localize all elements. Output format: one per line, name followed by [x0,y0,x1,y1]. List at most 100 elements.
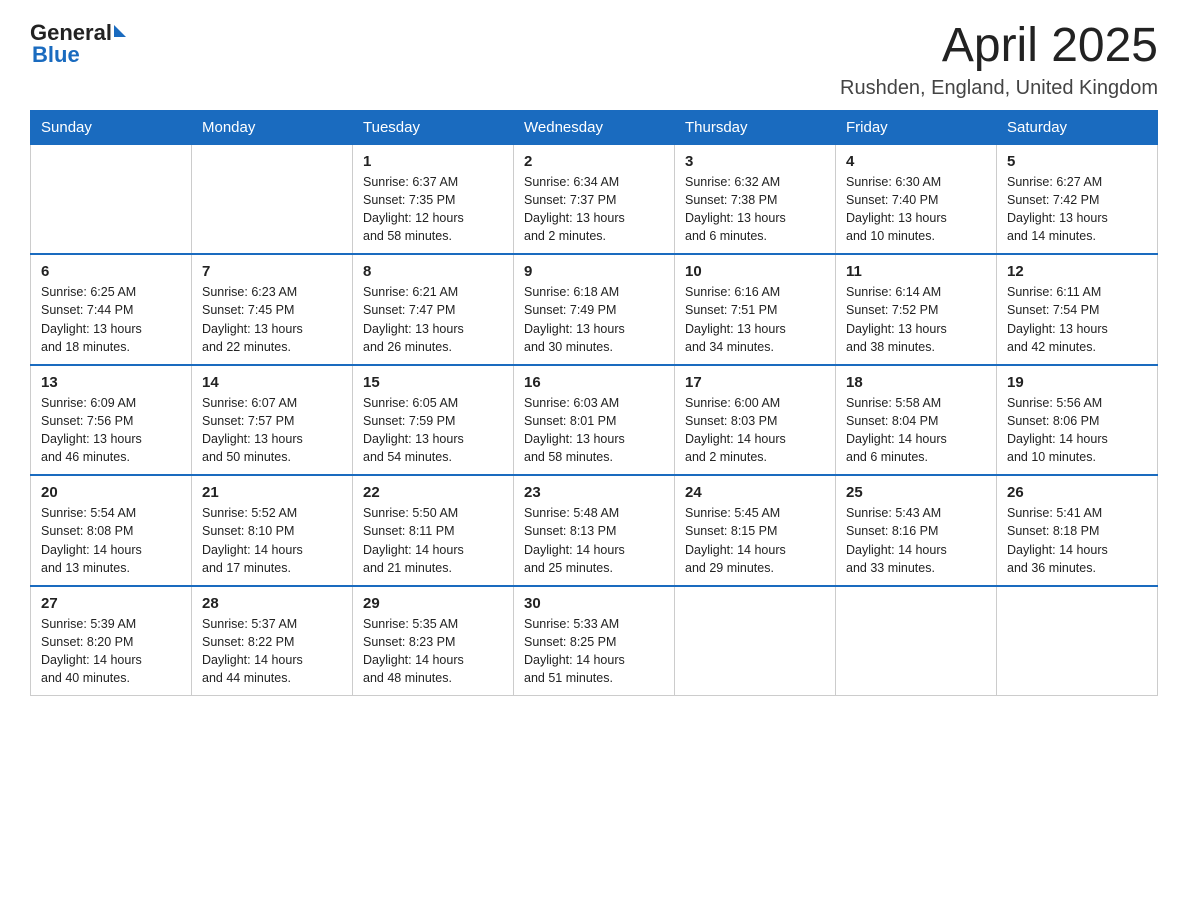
day-number: 2 [524,153,664,170]
location-title: Rushden, England, United Kingdom [840,77,1158,100]
calendar-cell: 21 Sunrise: 5:52 AM Sunset: 8:10 PM Dayli… [192,475,353,586]
weekday-header-tuesday: Tuesday [353,110,514,144]
calendar-cell: 4 Sunrise: 6:30 AM Sunset: 7:40 PM Daylig… [836,144,997,254]
day-number: 1 [363,153,503,170]
logo: General Blue [30,20,126,68]
day-info: Sunrise: 5:48 AM Sunset: 8:13 PM Dayligh… [524,504,664,577]
day-info: Sunrise: 5:43 AM Sunset: 8:16 PM Dayligh… [846,504,986,577]
day-number: 23 [524,484,664,501]
day-number: 4 [846,153,986,170]
weekday-header-saturday: Saturday [997,110,1158,144]
calendar-cell [192,144,353,254]
day-info: Sunrise: 6:37 AM Sunset: 7:35 PM Dayligh… [363,173,503,246]
day-number: 28 [202,595,342,612]
day-info: Sunrise: 5:50 AM Sunset: 8:11 PM Dayligh… [363,504,503,577]
day-info: Sunrise: 5:58 AM Sunset: 8:04 PM Dayligh… [846,394,986,467]
calendar-cell: 7 Sunrise: 6:23 AM Sunset: 7:45 PM Daylig… [192,254,353,365]
weekday-header-friday: Friday [836,110,997,144]
weekday-header-sunday: Sunday [31,110,192,144]
calendar-cell: 17 Sunrise: 6:00 AM Sunset: 8:03 PM Dayli… [675,365,836,476]
day-number: 27 [41,595,181,612]
day-number: 5 [1007,153,1147,170]
day-info: Sunrise: 6:07 AM Sunset: 7:57 PM Dayligh… [202,394,342,467]
calendar-week-row: 20 Sunrise: 5:54 AM Sunset: 8:08 PM Dayli… [31,475,1158,586]
day-number: 8 [363,263,503,280]
day-info: Sunrise: 5:35 AM Sunset: 8:23 PM Dayligh… [363,615,503,688]
calendar-cell [31,144,192,254]
logo-blue: Blue [32,42,80,68]
calendar-cell: 11 Sunrise: 6:14 AM Sunset: 7:52 PM Dayli… [836,254,997,365]
calendar-cell: 14 Sunrise: 6:07 AM Sunset: 7:57 PM Dayli… [192,365,353,476]
calendar-cell: 20 Sunrise: 5:54 AM Sunset: 8:08 PM Dayli… [31,475,192,586]
day-info: Sunrise: 6:23 AM Sunset: 7:45 PM Dayligh… [202,283,342,356]
calendar-cell: 8 Sunrise: 6:21 AM Sunset: 7:47 PM Daylig… [353,254,514,365]
day-info: Sunrise: 6:16 AM Sunset: 7:51 PM Dayligh… [685,283,825,356]
day-number: 30 [524,595,664,612]
day-number: 7 [202,263,342,280]
calendar-cell: 9 Sunrise: 6:18 AM Sunset: 7:49 PM Daylig… [514,254,675,365]
logo-triangle-icon [114,25,126,37]
calendar-cell: 30Sunrise: 5:33 AM Sunset: 8:25 PM Dayli… [514,586,675,696]
day-info: Sunrise: 5:56 AM Sunset: 8:06 PM Dayligh… [1007,394,1147,467]
calendar-cell [997,586,1158,696]
calendar-cell: 15 Sunrise: 6:05 AM Sunset: 7:59 PM Dayli… [353,365,514,476]
day-number: 21 [202,484,342,501]
day-info: Sunrise: 5:39 AM Sunset: 8:20 PM Dayligh… [41,615,181,688]
calendar-cell: 29 Sunrise: 5:35 AM Sunset: 8:23 PM Dayli… [353,586,514,696]
day-info: Sunrise: 6:27 AM Sunset: 7:42 PM Dayligh… [1007,173,1147,246]
day-number: 12 [1007,263,1147,280]
calendar-cell [675,586,836,696]
calendar-cell: 22Sunrise: 5:50 AM Sunset: 8:11 PM Dayli… [353,475,514,586]
day-info: Sunrise: 5:54 AM Sunset: 8:08 PM Dayligh… [41,504,181,577]
day-info: Sunrise: 6:32 AM Sunset: 7:38 PM Dayligh… [685,173,825,246]
calendar-cell: 26 Sunrise: 5:41 AM Sunset: 8:18 PM Dayli… [997,475,1158,586]
calendar-cell: 27 Sunrise: 5:39 AM Sunset: 8:20 PM Dayli… [31,586,192,696]
calendar-cell: 28Sunrise: 5:37 AM Sunset: 8:22 PM Dayli… [192,586,353,696]
calendar-week-row: 6Sunrise: 6:25 AM Sunset: 7:44 PM Daylig… [31,254,1158,365]
calendar-cell: 23 Sunrise: 5:48 AM Sunset: 8:13 PM Dayli… [514,475,675,586]
calendar-cell: 13Sunrise: 6:09 AM Sunset: 7:56 PM Dayli… [31,365,192,476]
day-info: Sunrise: 6:21 AM Sunset: 7:47 PM Dayligh… [363,283,503,356]
day-info: Sunrise: 6:34 AM Sunset: 7:37 PM Dayligh… [524,173,664,246]
day-info: Sunrise: 6:09 AM Sunset: 7:56 PM Dayligh… [41,394,181,467]
day-number: 24 [685,484,825,501]
calendar-cell: 19 Sunrise: 5:56 AM Sunset: 8:06 PM Dayli… [997,365,1158,476]
day-number: 20 [41,484,181,501]
day-info: Sunrise: 6:30 AM Sunset: 7:40 PM Dayligh… [846,173,986,246]
weekday-header-row: SundayMondayTuesdayWednesdayThursdayFrid… [31,110,1158,144]
calendar-cell: 3 Sunrise: 6:32 AM Sunset: 7:38 PM Daylig… [675,144,836,254]
day-number: 9 [524,263,664,280]
day-number: 19 [1007,374,1147,391]
calendar-cell: 25Sunrise: 5:43 AM Sunset: 8:16 PM Dayli… [836,475,997,586]
day-info: Sunrise: 6:00 AM Sunset: 8:03 PM Dayligh… [685,394,825,467]
month-title: April 2025 [840,20,1158,73]
day-info: Sunrise: 6:18 AM Sunset: 7:49 PM Dayligh… [524,283,664,356]
day-info: Sunrise: 5:45 AM Sunset: 8:15 PM Dayligh… [685,504,825,577]
day-number: 11 [846,263,986,280]
calendar-cell [836,586,997,696]
day-number: 29 [363,595,503,612]
day-number: 10 [685,263,825,280]
day-number: 16 [524,374,664,391]
calendar-week-row: 27 Sunrise: 5:39 AM Sunset: 8:20 PM Dayli… [31,586,1158,696]
calendar-cell: 2 Sunrise: 6:34 AM Sunset: 7:37 PM Daylig… [514,144,675,254]
day-number: 14 [202,374,342,391]
day-info: Sunrise: 6:11 AM Sunset: 7:54 PM Dayligh… [1007,283,1147,356]
day-info: Sunrise: 5:52 AM Sunset: 8:10 PM Dayligh… [202,504,342,577]
title-area: April 2025 Rushden, England, United King… [840,20,1158,100]
weekday-header-wednesday: Wednesday [514,110,675,144]
calendar-cell: 5 Sunrise: 6:27 AM Sunset: 7:42 PM Daylig… [997,144,1158,254]
day-number: 15 [363,374,503,391]
day-number: 3 [685,153,825,170]
calendar-cell: 24 Sunrise: 5:45 AM Sunset: 8:15 PM Dayli… [675,475,836,586]
day-info: Sunrise: 6:05 AM Sunset: 7:59 PM Dayligh… [363,394,503,467]
day-number: 26 [1007,484,1147,501]
day-number: 6 [41,263,181,280]
day-info: Sunrise: 6:14 AM Sunset: 7:52 PM Dayligh… [846,283,986,356]
day-info: Sunrise: 5:41 AM Sunset: 8:18 PM Dayligh… [1007,504,1147,577]
day-number: 18 [846,374,986,391]
page-header: General Blue April 2025 Rushden, England… [30,20,1158,100]
calendar-week-row: 13Sunrise: 6:09 AM Sunset: 7:56 PM Dayli… [31,365,1158,476]
day-number: 17 [685,374,825,391]
calendar-cell: 16Sunrise: 6:03 AM Sunset: 8:01 PM Dayli… [514,365,675,476]
